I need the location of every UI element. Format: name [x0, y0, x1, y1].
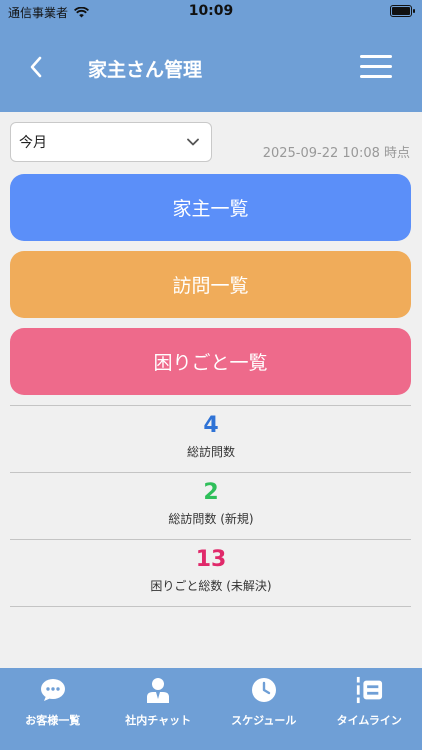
person-icon: [144, 676, 172, 704]
issue-list-button[interactable]: 困りごと一覧: [10, 328, 411, 395]
divider: [10, 472, 411, 473]
tab-label: タイムライン: [336, 714, 402, 727]
stat-label: 総訪問数: [186, 445, 235, 459]
back-button[interactable]: [22, 51, 50, 83]
stat-total-visits: 4 総訪問数: [0, 413, 422, 460]
tab-customer-list[interactable]: お客様一覧: [0, 668, 106, 750]
page-title: 家主さん管理: [88, 59, 203, 81]
stat-value: 4: [203, 413, 219, 438]
issue-list-label: 困りごと一覧: [153, 352, 268, 374]
chevron-down-icon: [187, 138, 199, 146]
month-select-value: 今月: [19, 135, 47, 151]
status-time: 10:09: [188, 3, 234, 19]
timeline-icon: [355, 676, 383, 704]
owner-list-button[interactable]: 家主一覧: [10, 174, 411, 241]
status-bar: 通信事業者 10:09: [0, 0, 422, 22]
visit-list-button[interactable]: 訪問一覧: [10, 251, 411, 318]
divider: [10, 405, 411, 406]
month-select[interactable]: 今月: [10, 122, 212, 162]
hamburger-line: [360, 75, 392, 78]
stat-label: 困りごと総数 (未解決): [150, 579, 272, 593]
tab-internal-chat[interactable]: 社内チャット: [106, 668, 212, 750]
tab-timeline[interactable]: タイムライン: [317, 668, 422, 750]
tab-label: お客様一覧: [25, 714, 81, 727]
stat-value: 13: [195, 547, 227, 572]
tab-bar: お客様一覧 社内チャット スケジュール タイムライン: [0, 668, 422, 750]
updated-timestamp: 2025-09-22 10:08 時点: [262, 146, 410, 161]
clock-icon: [250, 676, 278, 704]
tab-label: 社内チャット: [125, 714, 192, 727]
hamburger-line: [360, 65, 392, 68]
hamburger-line: [360, 55, 392, 58]
stat-value: 2: [203, 480, 219, 505]
stat-label: 総訪問数 (新規): [168, 512, 254, 526]
divider: [10, 539, 411, 540]
divider: [10, 606, 411, 607]
stat-new-visits: 2 総訪問数 (新規): [0, 480, 422, 527]
stat-unresolved-issues: 13 困りごと総数 (未解決): [0, 547, 422, 594]
chat-bubble-icon: [39, 676, 67, 704]
menu-button[interactable]: [360, 55, 392, 79]
tab-label: スケジュール: [231, 714, 297, 727]
tab-schedule[interactable]: スケジュール: [211, 668, 317, 750]
owner-list-label: 家主一覧: [172, 198, 249, 220]
chevron-left-icon: [30, 56, 42, 78]
visit-list-label: 訪問一覧: [172, 275, 249, 297]
nav-bar: 家主さん管理: [0, 22, 422, 112]
battery-icon: [390, 5, 415, 17]
